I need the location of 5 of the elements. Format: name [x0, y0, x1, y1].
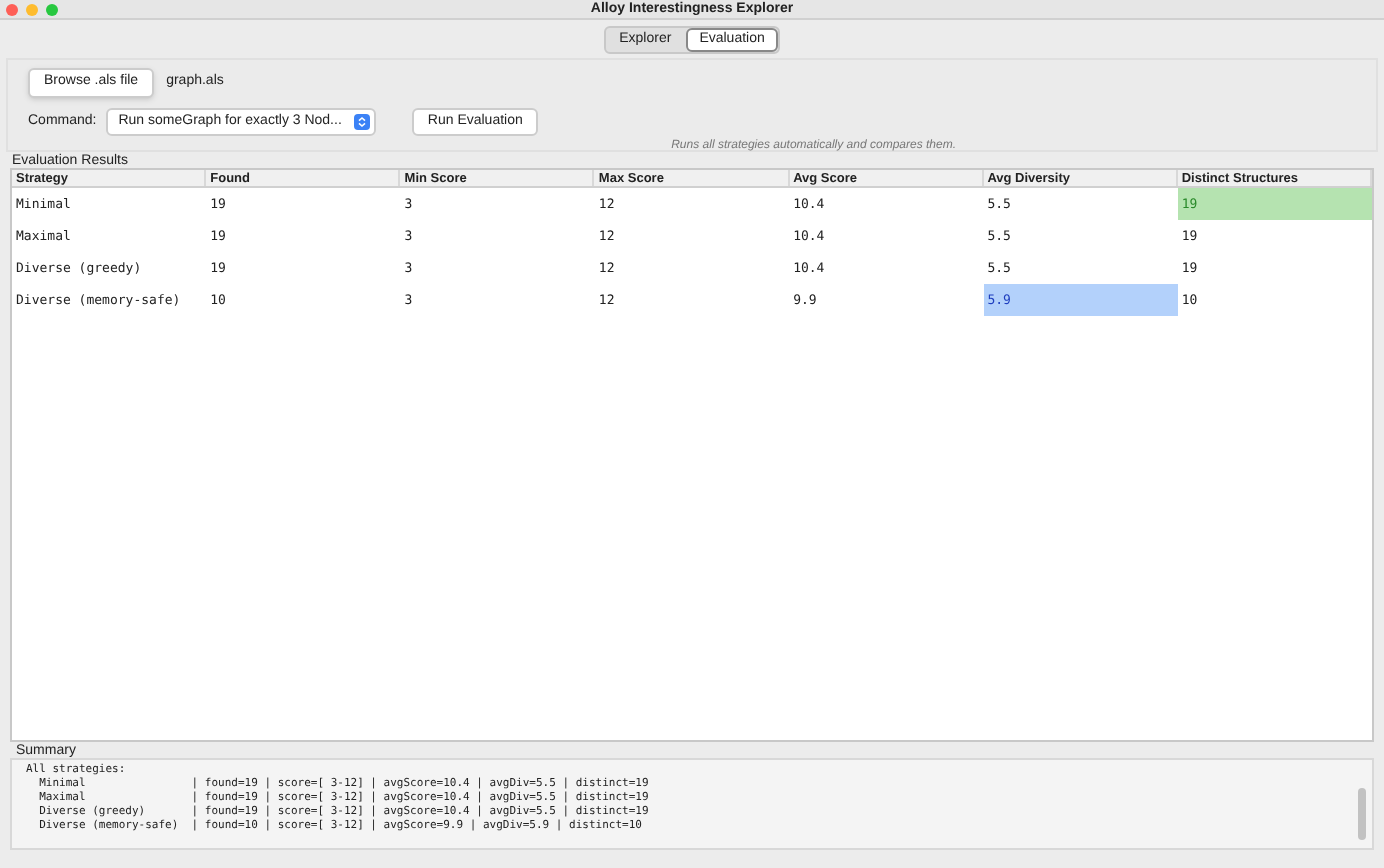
zoom-icon[interactable]	[46, 3, 58, 15]
chevron-updown-icon	[353, 113, 370, 130]
scrollbar-thumb[interactable]	[1358, 788, 1366, 840]
minimize-icon[interactable]	[26, 3, 38, 15]
close-icon[interactable]	[6, 3, 18, 15]
